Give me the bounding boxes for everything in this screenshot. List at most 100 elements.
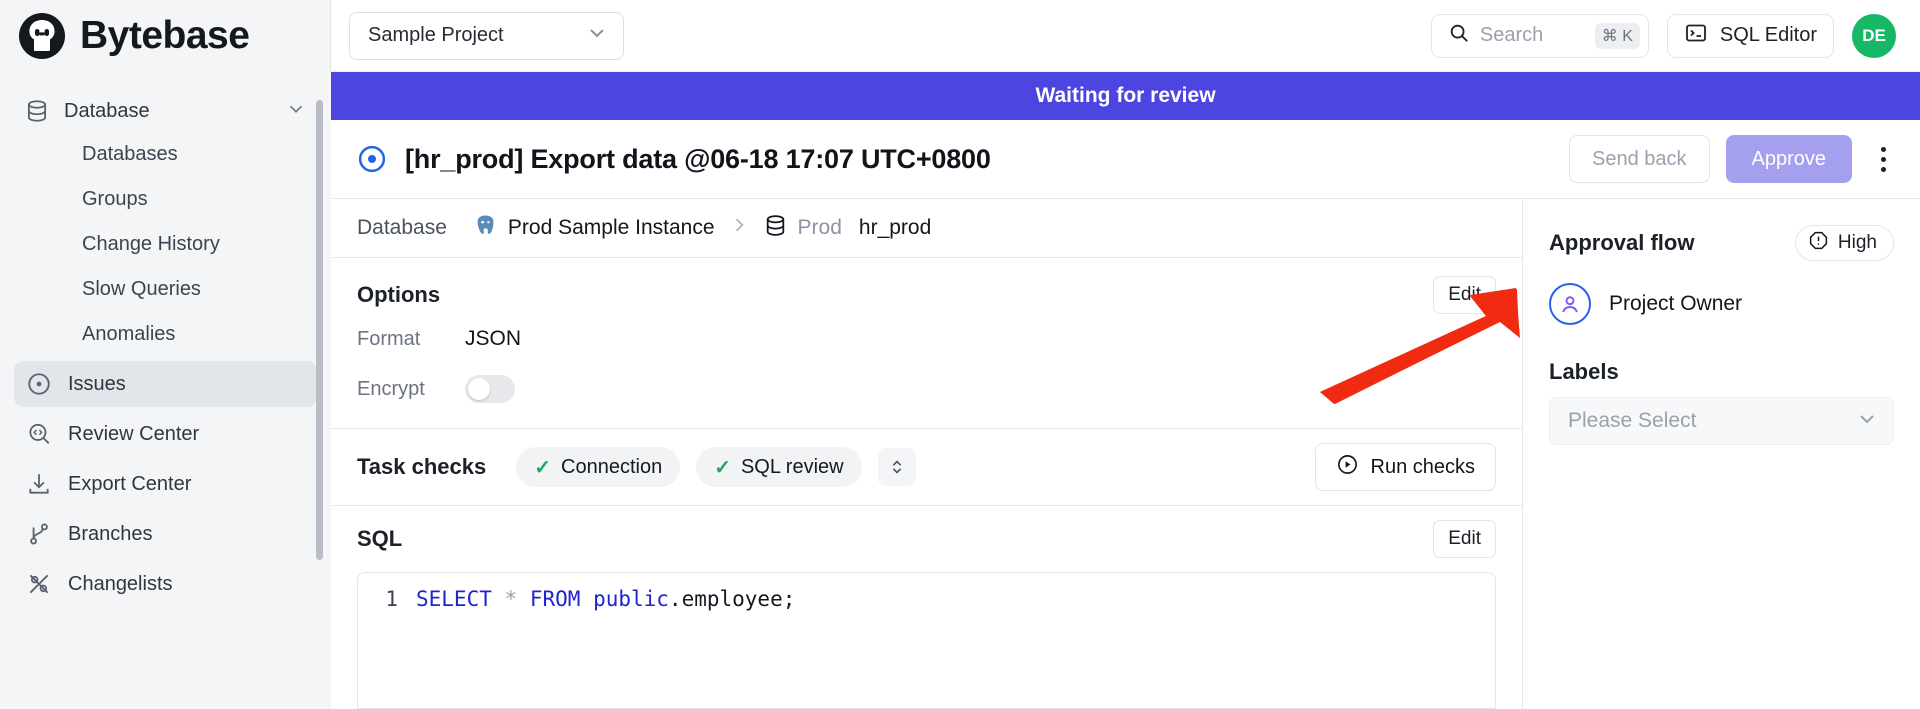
- labels-select-placeholder: Please Select: [1568, 409, 1697, 432]
- priority-label: High: [1837, 232, 1877, 253]
- send-back-button[interactable]: Send back: [1568, 135, 1710, 183]
- task-checks-section: Task checks ✓ Connection ✓ SQL review Ru…: [331, 429, 1522, 505]
- search-input[interactable]: Search ⌘ K: [1430, 13, 1649, 58]
- brand-name: Bytebase: [80, 14, 250, 57]
- postgres-icon: [473, 213, 498, 243]
- encrypt-toggle[interactable]: [465, 375, 515, 403]
- branch-icon: [26, 521, 52, 547]
- sidebar-group-label: Database: [64, 99, 150, 122]
- topbar: Sample Project Search ⌘ K SQL Editor DE: [331, 0, 1920, 72]
- avatar[interactable]: DE: [1852, 13, 1896, 58]
- brand[interactable]: Bytebase: [0, 0, 331, 72]
- app-root: Bytebase Database Databases Groups Chang…: [0, 0, 1920, 709]
- issue-actions: Send back Approve: [1568, 135, 1898, 183]
- breadcrumb: Database Prod Sample Instance Prod hr_pr…: [331, 199, 1522, 257]
- sidebar-item-databases[interactable]: Databases: [14, 132, 317, 177]
- breadcrumb-database[interactable]: Prod hr_prod: [763, 213, 932, 243]
- more-vertical-icon[interactable]: [1868, 139, 1898, 179]
- database-environment: Prod: [797, 216, 842, 239]
- sql-code-line: 1 SELECT * FROM public.employee;: [358, 587, 1495, 611]
- sql-line-number: 1: [385, 587, 398, 611]
- options-title: Options: [357, 282, 441, 307]
- approval-flow-header: Approval flow High: [1549, 225, 1894, 261]
- sidebar-item-label: Changelists: [68, 572, 173, 595]
- sidepanel: Approval flow High Project Owner Labels …: [1523, 199, 1920, 709]
- status-banner-text: Waiting for review: [1035, 84, 1216, 107]
- issue-open-circle-icon: [357, 144, 387, 174]
- database-icon: [24, 98, 50, 124]
- search-shortcut-badge: ⌘ K: [1594, 22, 1640, 49]
- review-search-icon: [26, 421, 52, 447]
- database-icon: [763, 213, 788, 243]
- chevron-up-down-icon[interactable]: [877, 448, 916, 486]
- sidebar-item-label: Issues: [68, 372, 126, 395]
- sidebar-item-changelists[interactable]: Changelists: [14, 561, 317, 607]
- sidebar-item-label: Branches: [68, 522, 153, 545]
- issue-circle-icon: [26, 371, 52, 397]
- content: Database Prod Sample Instance Prod hr_pr…: [331, 199, 1920, 709]
- sql-section: SQL Edit 1 SELECT * FROM public.employee…: [331, 506, 1522, 709]
- option-format-value: JSON: [465, 327, 522, 350]
- options-header: Options Edit: [357, 276, 1496, 314]
- sql-code-editor[interactable]: 1 SELECT * FROM public.employee;: [357, 572, 1496, 709]
- database-label: Database: [357, 216, 447, 239]
- status-banner: Waiting for review: [331, 72, 1920, 120]
- task-checks-title: Task checks: [357, 454, 487, 479]
- chevron-down-icon: [1855, 407, 1879, 436]
- sidebar-item-review-center[interactable]: Review Center: [14, 411, 317, 457]
- sql-editor-button[interactable]: SQL Editor: [1666, 13, 1834, 58]
- main-area: Sample Project Search ⌘ K SQL Editor DE …: [331, 0, 1920, 709]
- play-circle-icon: [1336, 453, 1359, 482]
- warning-octagon-icon: [1808, 230, 1829, 257]
- chevron-down-icon[interactable]: [285, 98, 307, 124]
- search-placeholder: Search: [1479, 24, 1544, 46]
- project-selector-value: Sample Project: [368, 24, 504, 46]
- sidebar-nav: Database Databases Groups Change History…: [0, 72, 331, 607]
- sidebar-item-issues[interactable]: Issues: [14, 361, 317, 407]
- sidebar-item-anomalies[interactable]: Anomalies: [14, 312, 317, 357]
- terminal-icon: [1684, 21, 1708, 50]
- sql-edit-button[interactable]: Edit: [1433, 520, 1496, 558]
- user-circle-icon: [1549, 283, 1591, 325]
- check-icon: ✓: [714, 456, 731, 479]
- approver-row: Project Owner: [1549, 283, 1894, 325]
- project-selector[interactable]: Sample Project: [349, 11, 624, 60]
- run-checks-button[interactable]: Run checks: [1314, 443, 1496, 491]
- sidebar-item-export-center[interactable]: Export Center: [14, 461, 317, 507]
- check-icon: ✓: [534, 456, 552, 479]
- instance-name: Prod Sample Instance: [507, 216, 715, 239]
- sql-code-text: SELECT * FROM public.employee;: [416, 587, 796, 611]
- sidebar-item-branches[interactable]: Branches: [14, 511, 317, 557]
- download-icon: [26, 471, 52, 497]
- labels-select[interactable]: Please Select: [1549, 397, 1894, 445]
- sidebar-item-groups[interactable]: Groups: [14, 177, 317, 222]
- bytebase-logo-icon: [18, 12, 66, 60]
- option-encrypt: Encrypt: [357, 364, 1496, 414]
- sidebar: Bytebase Database Databases Groups Chang…: [0, 0, 331, 709]
- page-title: [hr_prod] Export data @06-18 17:07 UTC+0…: [405, 143, 991, 174]
- search-icon: [1448, 22, 1470, 49]
- task-check-chip-connection[interactable]: ✓ Connection: [516, 447, 681, 487]
- task-check-label: Connection: [561, 455, 663, 478]
- issue-header: [hr_prod] Export data @06-18 17:07 UTC+0…: [331, 120, 1920, 198]
- task-check-chip-sql-review[interactable]: ✓ SQL review: [696, 447, 862, 487]
- options-edit-button[interactable]: Edit: [1433, 276, 1496, 314]
- breadcrumb-instance[interactable]: Prod Sample Instance: [473, 213, 715, 243]
- sidebar-group-database[interactable]: Database: [14, 90, 317, 132]
- labels-title: Labels: [1549, 359, 1619, 384]
- approve-button[interactable]: Approve: [1725, 135, 1852, 183]
- sidebar-item-slow-queries[interactable]: Slow Queries: [14, 267, 317, 312]
- option-encrypt-label: Encrypt: [357, 377, 425, 400]
- topbar-actions: Search ⌘ K SQL Editor DE: [1430, 13, 1896, 58]
- sidebar-subnav: Databases Groups Change History Slow Que…: [14, 132, 317, 357]
- sidebar-item-change-history[interactable]: Change History: [14, 222, 317, 267]
- status-badge[interactable]: High: [1794, 225, 1894, 261]
- sidebar-scrollbar[interactable]: [316, 100, 323, 560]
- database-name: hr_prod: [858, 216, 932, 239]
- approval-flow-title: Approval flow: [1549, 230, 1695, 255]
- content-main: Database Prod Sample Instance Prod hr_pr…: [331, 199, 1523, 709]
- approver-name: Project Owner: [1609, 292, 1743, 315]
- option-format: Format JSON: [357, 314, 1496, 364]
- breadcrumb-separator-icon: [729, 215, 749, 241]
- option-format-label: Format: [357, 327, 421, 350]
